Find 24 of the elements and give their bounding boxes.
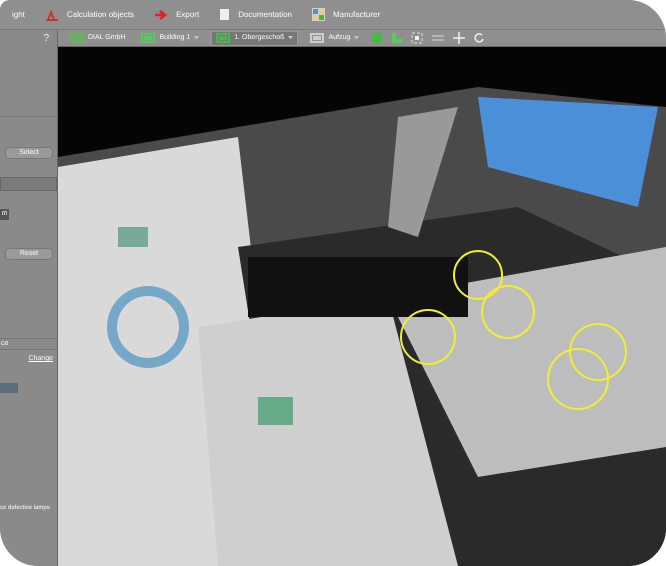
stack-icon [216, 32, 230, 44]
input-field[interactable] [0, 177, 57, 191]
move-icon[interactable] [453, 32, 466, 44]
dropdown-field[interactable] [0, 382, 18, 392]
room-icon [310, 32, 324, 44]
ribbon-tab[interactable]: Documentation [215, 8, 296, 21]
stack-icon [70, 32, 84, 44]
caret-icon [194, 36, 200, 40]
caret-icon [354, 36, 360, 40]
ruler-icon [44, 8, 59, 20]
ribbon-tab[interactable]: Calculation objects [40, 8, 138, 20]
ribbon-tab[interactable]: Export [150, 8, 204, 20]
corner-icon[interactable] [391, 32, 404, 44]
caret-icon [288, 36, 294, 40]
stack-icon [141, 32, 156, 44]
rotate-icon[interactable] [473, 32, 486, 44]
fit-icon[interactable] [411, 32, 424, 44]
ribbon-tab[interactable]: Manufacturer [308, 8, 384, 21]
ribbon-tab[interactable]: ight [8, 8, 29, 20]
box-icon[interactable] [371, 32, 384, 44]
document-icon [219, 8, 230, 21]
arrow-icon [154, 8, 168, 20]
grid-icon [312, 8, 325, 21]
help-icon[interactable]: ? [43, 31, 49, 46]
